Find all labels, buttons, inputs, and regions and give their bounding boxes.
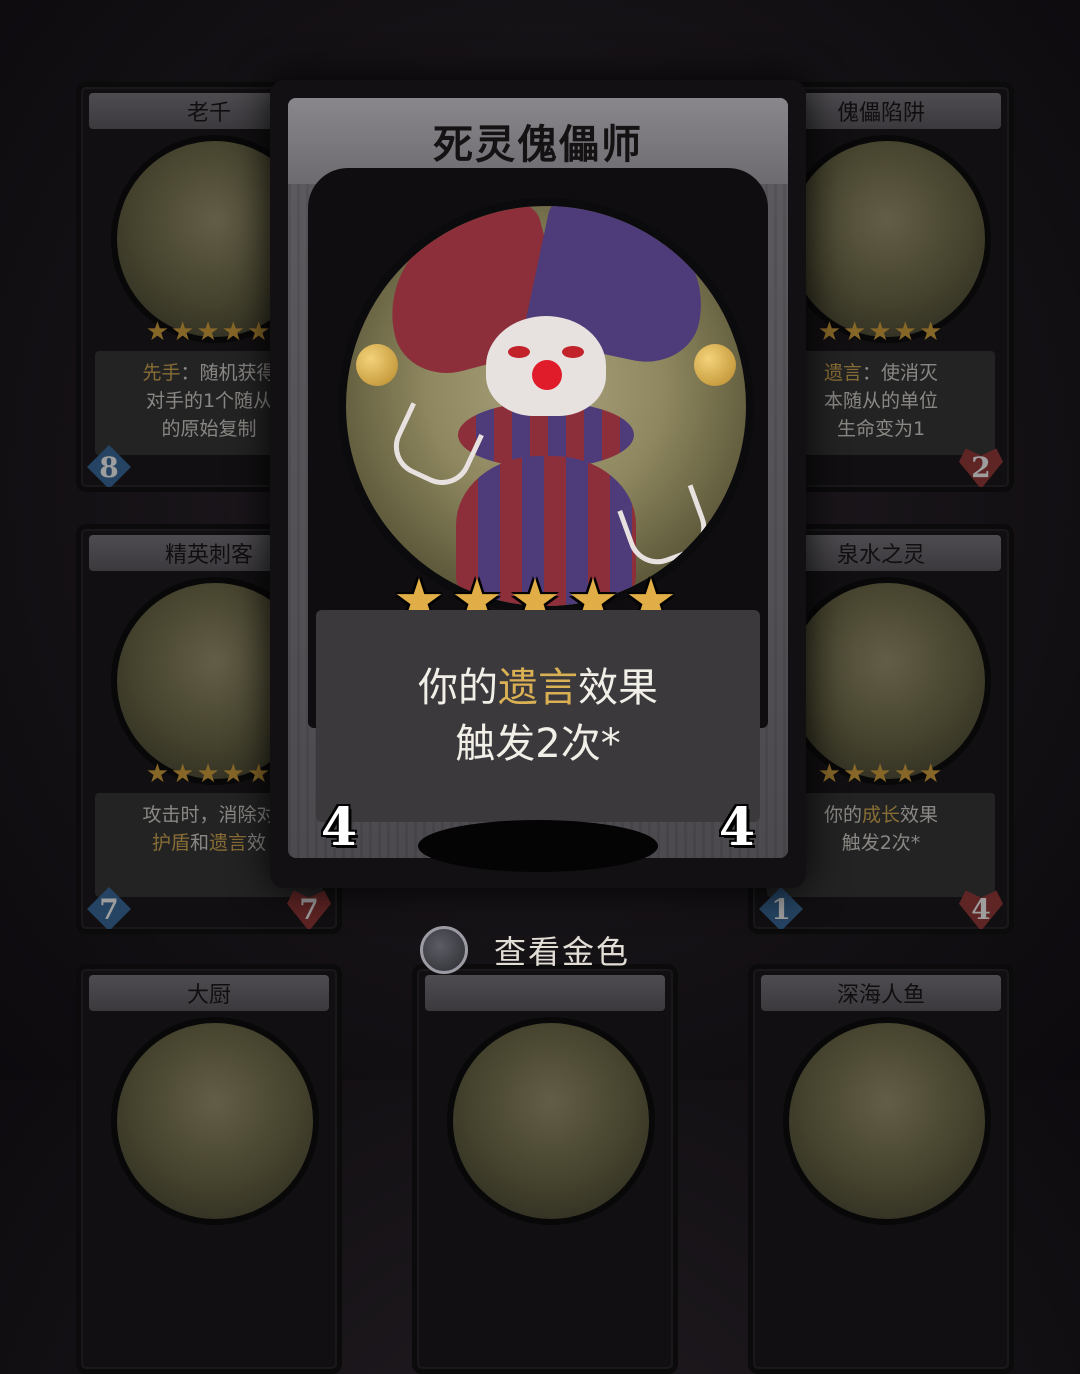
desc-line-2: 触发2次* (455, 721, 621, 767)
card-portrait (783, 1017, 991, 1225)
cost-badge: 4 (300, 788, 378, 866)
featured-card[interactable]: 死灵傀儡师 ★★★★★ 你的遗言效果 触发2次* 4 4 (270, 80, 806, 888)
view-golden-label: 查看金色 (494, 933, 631, 971)
hat-bell-icon (694, 344, 736, 386)
eye (508, 346, 530, 358)
eye (562, 346, 584, 358)
card-shenhai-renyu[interactable]: 深海人鱼 (748, 964, 1014, 1374)
desc-text: 你的 (418, 665, 498, 711)
card-portrait (783, 577, 991, 785)
clown-nose (532, 360, 562, 390)
hat-bell-icon (356, 344, 398, 386)
health-badge: 4 (698, 788, 776, 866)
card-bottom-center[interactable] (412, 964, 678, 1374)
featured-card-portrait (338, 198, 754, 614)
card-portrait (447, 1017, 655, 1225)
featured-card-description: 你的遗言效果 触发2次* (316, 610, 760, 822)
card-name: 深海人鱼 (761, 975, 1001, 1011)
radio-button[interactable] (420, 926, 468, 974)
desc-line-1: 你的遗言效果 (418, 660, 658, 716)
clown-skull (486, 316, 606, 416)
card-name: 大厨 (89, 975, 329, 1011)
desc-text: 效果 (578, 665, 658, 711)
skeletal-hand (384, 402, 484, 495)
card-bottom-slot (418, 820, 658, 872)
card-dachu[interactable]: 大厨 (76, 964, 342, 1374)
keyword-deathrattle: 遗言 (498, 665, 578, 711)
view-golden-toggle[interactable]: 查看金色 (420, 918, 630, 982)
card-portrait (111, 1017, 319, 1225)
featured-card-frame: 死灵傀儡师 ★★★★★ 你的遗言效果 触发2次* (288, 98, 788, 858)
card-portrait (783, 135, 991, 343)
